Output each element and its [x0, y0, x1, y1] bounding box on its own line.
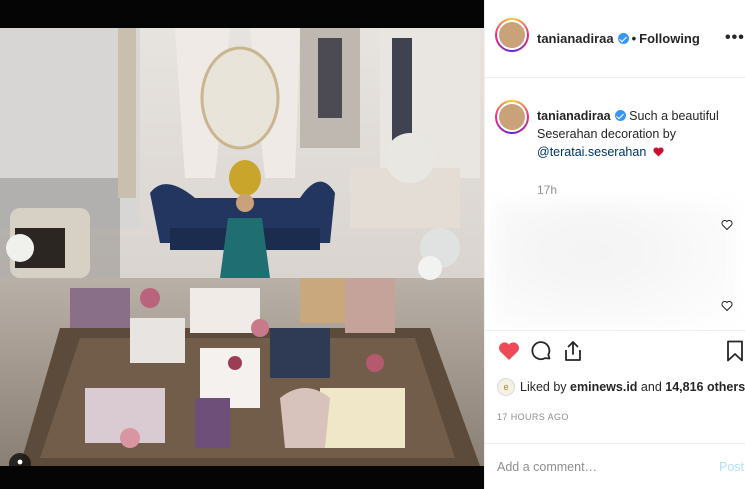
caption-author-avatar[interactable] [495, 100, 529, 134]
post-side-panel: tanianadiraa • Following ••• tanianadiraa … [484, 0, 745, 489]
post-header: tanianadiraa • Following ••• [485, 0, 745, 78]
more-options-icon[interactable]: ••• [725, 29, 745, 47]
author-avatar[interactable] [495, 18, 529, 52]
comment-like-heart-icon[interactable] [721, 300, 733, 312]
bookmark-icon[interactable] [723, 339, 745, 363]
heart-filled-icon[interactable] [497, 339, 521, 363]
verified-badge-icon [617, 33, 629, 44]
post-comment-button[interactable]: Post [719, 460, 744, 474]
blurred-comments-area [493, 200, 738, 330]
post-timestamp: 17 HOURS AGO [497, 412, 569, 422]
comment-icon[interactable] [529, 339, 553, 363]
liked-by-and: and [640, 380, 662, 394]
caption-mention-link[interactable]: @teratai.seserahan [537, 145, 646, 159]
likes-count-link[interactable]: 14,816 others [665, 380, 745, 394]
seserahan-room-photo [0, 28, 484, 466]
likes-summary: e Liked by eminews.id and 14,816 others [497, 378, 745, 396]
letterbox-bottom [0, 466, 484, 489]
following-button[interactable]: Following [639, 31, 700, 46]
comment-input[interactable]: Add a comment… [497, 460, 597, 474]
separator-dot: • [631, 31, 637, 46]
comment-like-heart-icon[interactable] [721, 219, 733, 231]
caption-verified-badge-icon [614, 110, 626, 121]
liker-avatar[interactable]: e [497, 378, 515, 396]
liked-by-prefix: Liked by [520, 380, 567, 394]
red-heart-emoji-icon [653, 147, 664, 157]
caption-time: 17h [537, 183, 558, 197]
actions-section: e Liked by eminews.id and 14,816 others … [485, 330, 745, 489]
author-line: tanianadiraa • Following [537, 31, 700, 46]
author-username[interactable]: tanianadiraa [537, 31, 614, 46]
share-icon[interactable] [561, 339, 585, 363]
user-tag-glyph [17, 459, 23, 465]
liked-by-user-link[interactable]: eminews.id [570, 380, 637, 394]
caption-username[interactable]: tanianadiraa [537, 109, 611, 123]
post-photo[interactable] [0, 28, 484, 466]
caption-text: tanianadiraa Such a beautiful Seserahan … [537, 107, 737, 161]
comment-bar: Add a comment… Post [485, 443, 745, 489]
